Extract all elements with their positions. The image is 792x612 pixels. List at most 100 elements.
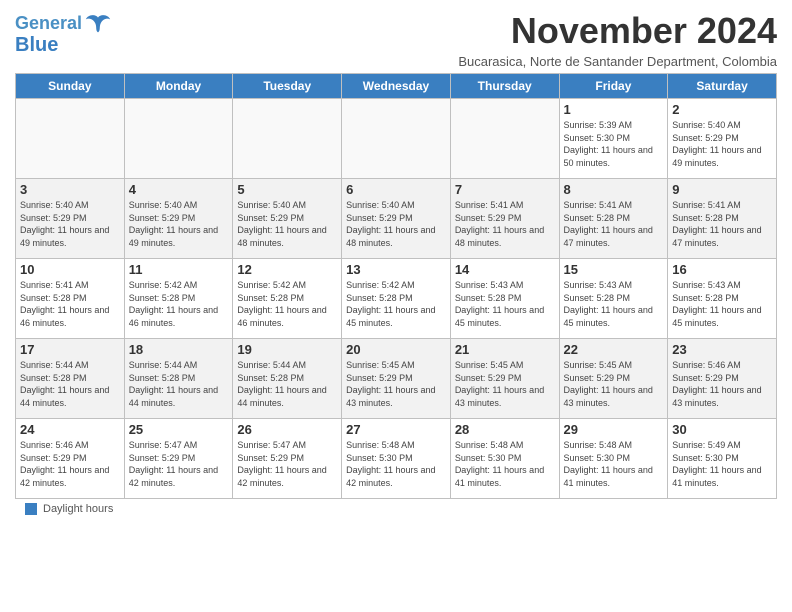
- day-info: Sunrise: 5:40 AM Sunset: 5:29 PM Dayligh…: [129, 199, 229, 249]
- day-number: 6: [346, 182, 446, 197]
- col-header-wednesday: Wednesday: [342, 74, 451, 99]
- calendar-cell: [342, 99, 451, 179]
- calendar-cell: 22 Sunrise: 5:45 AM Sunset: 5:29 PM Dayli…: [559, 339, 668, 419]
- logo-text-blue: Blue: [15, 34, 58, 56]
- header: General Blue November 2024 Bucarasica, N…: [15, 10, 777, 69]
- calendar-cell: 8Sunrise: 5:41 AM Sunset: 5:28 PM Daylig…: [559, 179, 668, 259]
- calendar-cell: 12 Sunrise: 5:42 AM Sunset: 5:28 PM Dayli…: [233, 259, 342, 339]
- day-number: 17: [20, 342, 120, 357]
- day-info: Sunrise: 5:39 AM Sunset: 5:30 PM Dayligh…: [564, 119, 664, 169]
- calendar-cell: 16 Sunrise: 5:43 AM Sunset: 5:28 PM Dayli…: [668, 259, 777, 339]
- day-info: Sunrise: 5:48 AM Sunset: 5:30 PM Dayligh…: [564, 439, 664, 489]
- calendar-cell: 3 Sunrise: 5:40 AM Sunset: 5:29 PM Daylig…: [16, 179, 125, 259]
- calendar-cell: [124, 99, 233, 179]
- week-row-3: 17 Sunrise: 5:44 AM Sunset: 5:28 PM Dayli…: [16, 339, 777, 419]
- day-info: Sunrise: 5:43 AM Sunset: 5:28 PM Dayligh…: [455, 279, 555, 329]
- calendar-table: SundayMondayTuesdayWednesdayThursdayFrid…: [15, 73, 777, 499]
- calendar-cell: 19Sunrise: 5:44 AM Sunset: 5:28 PM Dayli…: [233, 339, 342, 419]
- day-info: Sunrise: 5:40 AM Sunset: 5:29 PM Dayligh…: [672, 119, 772, 169]
- calendar-cell: [450, 99, 559, 179]
- day-info: Sunrise: 5:47 AM Sunset: 5:29 PM Dayligh…: [129, 439, 229, 489]
- calendar-cell: 10 Sunrise: 5:41 AM Sunset: 5:28 PM Dayli…: [16, 259, 125, 339]
- day-number: 7: [455, 182, 555, 197]
- calendar-cell: 20 Sunrise: 5:45 AM Sunset: 5:29 PM Dayli…: [342, 339, 451, 419]
- calendar-cell: 1 Sunrise: 5:39 AM Sunset: 5:30 PM Daylig…: [559, 99, 668, 179]
- day-info: Sunrise: 5:45 AM Sunset: 5:29 PM Dayligh…: [346, 359, 446, 409]
- calendar-cell: 24 Sunrise: 5:46 AM Sunset: 5:29 PM Dayli…: [16, 419, 125, 499]
- day-info: Sunrise: 5:45 AM Sunset: 5:29 PM Dayligh…: [455, 359, 555, 409]
- day-info: Sunrise: 5:42 AM Sunset: 5:28 PM Dayligh…: [346, 279, 446, 329]
- day-info: Sunrise: 5:43 AM Sunset: 5:28 PM Dayligh…: [564, 279, 664, 329]
- col-header-thursday: Thursday: [450, 74, 559, 99]
- day-info: Sunrise: 5:48 AM Sunset: 5:30 PM Dayligh…: [455, 439, 555, 489]
- day-info: Sunrise: 5:41 AM Sunset: 5:28 PM Dayligh…: [564, 199, 664, 249]
- week-row-2: 10 Sunrise: 5:41 AM Sunset: 5:28 PM Dayli…: [16, 259, 777, 339]
- calendar-cell: 18Sunrise: 5:44 AM Sunset: 5:28 PM Dayli…: [124, 339, 233, 419]
- calendar-cell: 28 Sunrise: 5:48 AM Sunset: 5:30 PM Dayli…: [450, 419, 559, 499]
- calendar-cell: 2 Sunrise: 5:40 AM Sunset: 5:29 PM Daylig…: [668, 99, 777, 179]
- footer: Daylight hours: [15, 499, 777, 515]
- day-number: 28: [455, 422, 555, 437]
- calendar-cell: [233, 99, 342, 179]
- day-info: Sunrise: 5:43 AM Sunset: 5:28 PM Dayligh…: [672, 279, 772, 329]
- legend-dot: [25, 503, 37, 515]
- day-number: 10: [20, 262, 120, 277]
- day-info: Sunrise: 5:47 AM Sunset: 5:29 PM Dayligh…: [237, 439, 337, 489]
- day-info: Sunrise: 5:45 AM Sunset: 5:29 PM Dayligh…: [564, 359, 664, 409]
- calendar-cell: 9 Sunrise: 5:41 AM Sunset: 5:28 PM Daylig…: [668, 179, 777, 259]
- week-row-4: 24 Sunrise: 5:46 AM Sunset: 5:29 PM Dayli…: [16, 419, 777, 499]
- calendar-cell: 26 Sunrise: 5:47 AM Sunset: 5:29 PM Dayli…: [233, 419, 342, 499]
- day-number: 3: [20, 182, 120, 197]
- week-row-0: 1 Sunrise: 5:39 AM Sunset: 5:30 PM Daylig…: [16, 99, 777, 179]
- day-number: 11: [129, 262, 229, 277]
- col-header-saturday: Saturday: [668, 74, 777, 99]
- page-container: General Blue November 2024 Bucarasica, N…: [0, 0, 792, 525]
- day-number: 9: [672, 182, 772, 197]
- day-info: Sunrise: 5:44 AM Sunset: 5:28 PM Dayligh…: [129, 359, 229, 409]
- day-number: 19: [237, 342, 337, 357]
- day-info: Sunrise: 5:40 AM Sunset: 5:29 PM Dayligh…: [237, 199, 337, 249]
- day-number: 13: [346, 262, 446, 277]
- day-number: 12: [237, 262, 337, 277]
- week-row-1: 3 Sunrise: 5:40 AM Sunset: 5:29 PM Daylig…: [16, 179, 777, 259]
- day-info: Sunrise: 5:46 AM Sunset: 5:29 PM Dayligh…: [20, 439, 120, 489]
- day-number: 16: [672, 262, 772, 277]
- day-number: 29: [564, 422, 664, 437]
- calendar-cell: 11 Sunrise: 5:42 AM Sunset: 5:28 PM Dayli…: [124, 259, 233, 339]
- day-info: Sunrise: 5:49 AM Sunset: 5:30 PM Dayligh…: [672, 439, 772, 489]
- calendar-cell: 27Sunrise: 5:48 AM Sunset: 5:30 PM Dayli…: [342, 419, 451, 499]
- calendar-cell: 30Sunrise: 5:49 AM Sunset: 5:30 PM Dayli…: [668, 419, 777, 499]
- calendar-cell: 17 Sunrise: 5:44 AM Sunset: 5:28 PM Dayli…: [16, 339, 125, 419]
- day-info: Sunrise: 5:40 AM Sunset: 5:29 PM Dayligh…: [20, 199, 120, 249]
- month-title: November 2024: [458, 10, 777, 52]
- calendar-cell: [16, 99, 125, 179]
- col-header-sunday: Sunday: [16, 74, 125, 99]
- day-number: 26: [237, 422, 337, 437]
- day-info: Sunrise: 5:40 AM Sunset: 5:29 PM Dayligh…: [346, 199, 446, 249]
- logo-text: General: [15, 14, 82, 34]
- day-info: Sunrise: 5:41 AM Sunset: 5:28 PM Dayligh…: [672, 199, 772, 249]
- day-info: Sunrise: 5:42 AM Sunset: 5:28 PM Dayligh…: [237, 279, 337, 329]
- day-number: 2: [672, 102, 772, 117]
- day-number: 25: [129, 422, 229, 437]
- day-number: 27: [346, 422, 446, 437]
- day-number: 22: [564, 342, 664, 357]
- day-number: 21: [455, 342, 555, 357]
- day-info: Sunrise: 5:41 AM Sunset: 5:28 PM Dayligh…: [20, 279, 120, 329]
- location: Bucarasica, Norte de Santander Departmen…: [458, 54, 777, 69]
- day-info: Sunrise: 5:44 AM Sunset: 5:28 PM Dayligh…: [20, 359, 120, 409]
- col-header-friday: Friday: [559, 74, 668, 99]
- col-header-tuesday: Tuesday: [233, 74, 342, 99]
- calendar-cell: 5Sunrise: 5:40 AM Sunset: 5:29 PM Daylig…: [233, 179, 342, 259]
- day-number: 1: [564, 102, 664, 117]
- legend-label: Daylight hours: [43, 503, 113, 515]
- calendar-cell: 6 Sunrise: 5:40 AM Sunset: 5:29 PM Daylig…: [342, 179, 451, 259]
- day-info: Sunrise: 5:41 AM Sunset: 5:29 PM Dayligh…: [455, 199, 555, 249]
- calendar-cell: 15Sunrise: 5:43 AM Sunset: 5:28 PM Dayli…: [559, 259, 668, 339]
- day-number: 24: [20, 422, 120, 437]
- calendar-cell: 21 Sunrise: 5:45 AM Sunset: 5:29 PM Dayli…: [450, 339, 559, 419]
- title-block: November 2024 Bucarasica, Norte de Santa…: [458, 10, 777, 69]
- calendar-cell: 14Sunrise: 5:43 AM Sunset: 5:28 PM Dayli…: [450, 259, 559, 339]
- day-number: 20: [346, 342, 446, 357]
- day-info: Sunrise: 5:42 AM Sunset: 5:28 PM Dayligh…: [129, 279, 229, 329]
